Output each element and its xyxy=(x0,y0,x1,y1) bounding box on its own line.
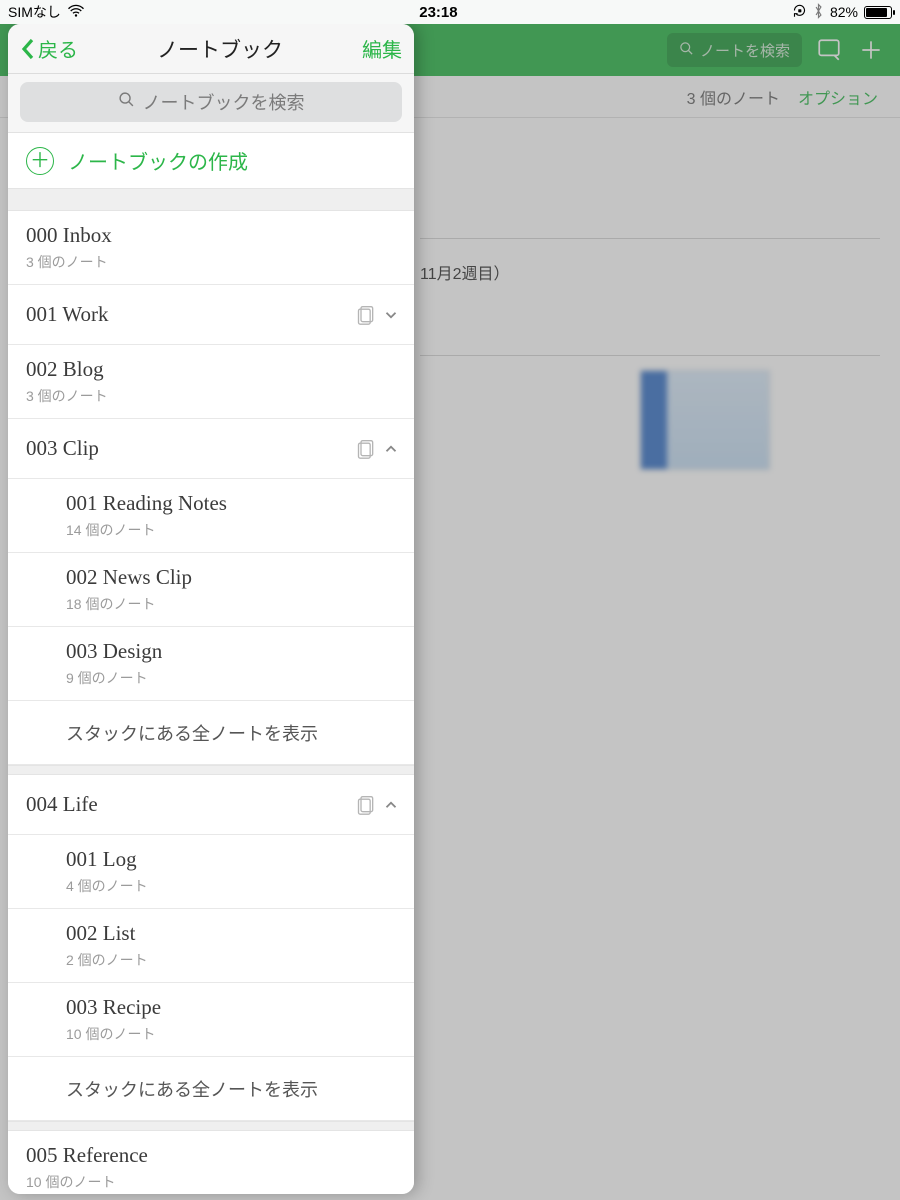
notebook-title: 001 Reading Notes xyxy=(66,491,227,516)
notebook-meta: 18 個のノート xyxy=(66,594,192,614)
notebook-meta: 9 個のノート xyxy=(66,668,162,688)
notebook-title: 002 List xyxy=(66,921,148,946)
notebook-meta: 14 個のノート xyxy=(66,520,227,540)
battery-percent: 82% xyxy=(830,4,858,20)
stack-icon xyxy=(356,304,376,326)
notebook-title: 002 Blog xyxy=(26,357,108,382)
sim-status: SIMなし xyxy=(8,2,61,22)
panel-header: 戻る ノートブック 編集 xyxy=(8,24,414,74)
notebook-item-life[interactable]: 004 Life xyxy=(8,775,414,835)
chevron-left-icon xyxy=(20,37,36,61)
panel-search-placeholder: ノートブックを検索 xyxy=(143,89,305,115)
panel-search-field[interactable]: ノートブックを検索 xyxy=(20,82,402,122)
notebook-meta: 4 個のノート xyxy=(66,876,148,896)
stack-icon xyxy=(356,438,376,460)
notebook-item-reference[interactable]: 005 Reference 10 個のノート xyxy=(8,1131,414,1194)
plus-circle-icon: ＋ xyxy=(26,147,54,175)
show-all-label: スタックにある全ノートを表示 xyxy=(66,720,318,746)
create-notebook-label: ノートブックの作成 xyxy=(68,146,248,175)
sub-notebook-list[interactable]: 002 List 2 個のノート xyxy=(8,909,414,983)
chevron-up-icon[interactable] xyxy=(382,796,400,814)
chevron-up-icon[interactable] xyxy=(382,440,400,458)
notebook-title: 003 Recipe xyxy=(66,995,161,1020)
wifi-icon xyxy=(67,4,85,21)
clock: 23:18 xyxy=(85,4,792,21)
notebook-title: 003 Design xyxy=(66,639,162,664)
notebook-list[interactable]: 000 Inbox 3 個のノート 001 Work 002 Blog 3 個の xyxy=(8,211,414,1194)
back-button[interactable]: 戻る xyxy=(20,34,78,63)
notebook-meta: 10 個のノート xyxy=(26,1172,148,1192)
notebook-title: 005 Reference xyxy=(26,1143,148,1168)
sub-notebook-news-clip[interactable]: 002 News Clip 18 個のノート xyxy=(8,553,414,627)
notebook-title: 003 Clip xyxy=(26,436,99,461)
section-gap xyxy=(8,765,414,775)
panel-title: ノートブック xyxy=(78,34,362,64)
chevron-down-icon[interactable] xyxy=(382,306,400,324)
sub-notebook-reading-notes[interactable]: 001 Reading Notes 14 個のノート xyxy=(8,479,414,553)
orientation-lock-icon xyxy=(792,3,807,21)
notebook-title: 001 Work xyxy=(26,302,109,327)
create-notebook-button[interactable]: ＋ ノートブックの作成 xyxy=(8,133,414,189)
notebook-title: 004 Life xyxy=(26,792,98,817)
status-bar: SIMなし 23:18 82% xyxy=(0,0,900,24)
notebook-title: 002 News Clip xyxy=(66,565,192,590)
show-all-label: スタックにある全ノートを表示 xyxy=(66,1076,318,1102)
battery-icon xyxy=(864,6,892,19)
bluetooth-icon xyxy=(813,3,824,22)
sub-notebook-recipe[interactable]: 003 Recipe 10 個のノート xyxy=(8,983,414,1057)
stack-icon xyxy=(356,794,376,816)
section-gap xyxy=(8,1121,414,1131)
notebook-meta: 10 個のノート xyxy=(66,1024,161,1044)
notebook-title: 000 Inbox xyxy=(26,223,112,248)
notebook-meta: 2 個のノート xyxy=(66,950,148,970)
notebook-item-inbox[interactable]: 000 Inbox 3 個のノート xyxy=(8,211,414,285)
notebook-item-blog[interactable]: 002 Blog 3 個のノート xyxy=(8,345,414,419)
search-icon xyxy=(118,91,135,113)
show-all-in-stack-clip[interactable]: スタックにある全ノートを表示 xyxy=(8,701,414,765)
sub-notebook-log[interactable]: 001 Log 4 個のノート xyxy=(8,835,414,909)
notebook-meta: 3 個のノート xyxy=(26,386,108,406)
edit-button[interactable]: 編集 xyxy=(362,34,402,63)
section-gap xyxy=(8,189,414,211)
notebook-meta: 3 個のノート xyxy=(26,252,112,272)
notebook-title: 001 Log xyxy=(66,847,148,872)
notebook-item-work[interactable]: 001 Work xyxy=(8,285,414,345)
show-all-in-stack-life[interactable]: スタックにある全ノートを表示 xyxy=(8,1057,414,1121)
notebook-item-clip[interactable]: 003 Clip xyxy=(8,419,414,479)
sub-notebook-design[interactable]: 003 Design 9 個のノート xyxy=(8,627,414,701)
notebooks-panel: 戻る ノートブック 編集 ノートブックを検索 ＋ ノートブックの作成 000 I… xyxy=(8,24,414,1194)
back-label: 戻る xyxy=(38,34,78,63)
